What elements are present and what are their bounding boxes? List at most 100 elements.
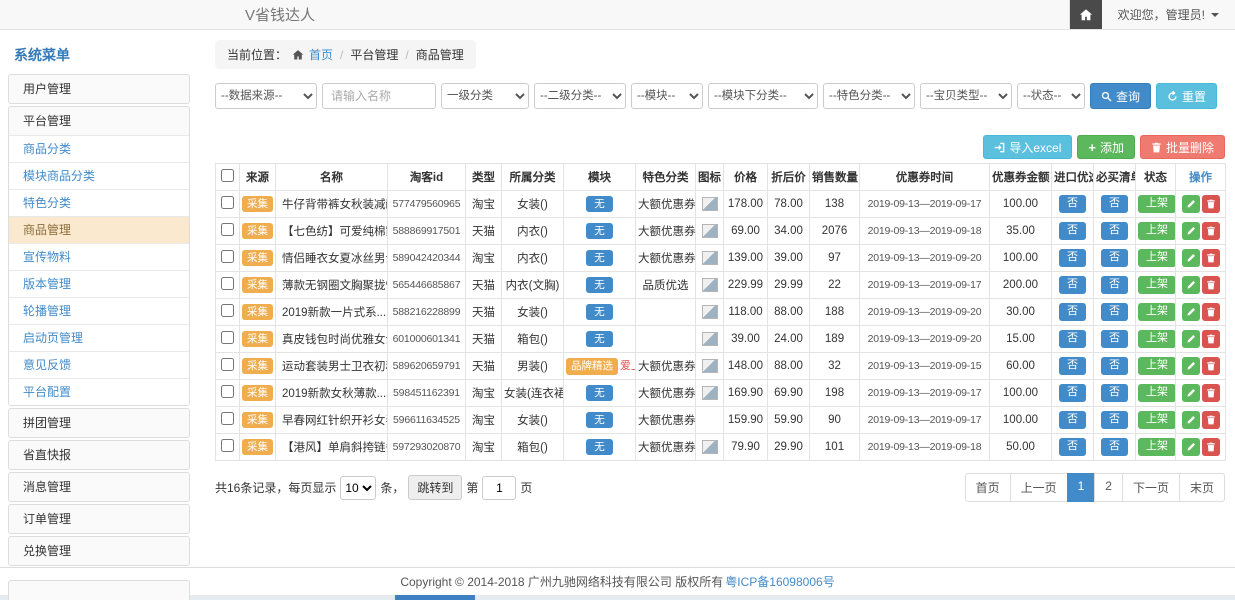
edit-button[interactable]: [1182, 303, 1200, 321]
sidebar-subitem[interactable]: 意见反馈: [9, 351, 189, 378]
select-all-checkbox[interactable]: [221, 169, 234, 182]
delete-button[interactable]: [1202, 195, 1220, 213]
row-checkbox[interactable]: [221, 304, 234, 317]
sidebar-item[interactable]: 省直快报: [9, 441, 189, 469]
bottom-scrollbar-thumb[interactable]: [395, 595, 475, 600]
imported-toggle[interactable]: 否: [1059, 276, 1086, 293]
sidebar-item[interactable]: 用户管理: [9, 75, 189, 103]
sidebar-subitem[interactable]: 启动页管理: [9, 324, 189, 351]
imported-toggle[interactable]: 否: [1059, 330, 1086, 347]
status-button[interactable]: 上架: [1138, 276, 1176, 293]
must-buy-toggle[interactable]: 否: [1101, 195, 1128, 212]
status-button[interactable]: 上架: [1138, 411, 1176, 428]
filter-item-type[interactable]: --宝贝类型--: [920, 83, 1012, 109]
filter-source[interactable]: --数据来源--: [215, 83, 317, 109]
filter-module-sub[interactable]: --模块下分类--: [708, 83, 818, 109]
must-buy-toggle[interactable]: 否: [1101, 411, 1128, 428]
must-buy-toggle[interactable]: 否: [1101, 357, 1128, 374]
imported-toggle[interactable]: 否: [1059, 222, 1086, 239]
sidebar-subitem[interactable]: 轮播管理: [9, 297, 189, 324]
row-checkbox[interactable]: [221, 358, 234, 371]
search-button[interactable]: 查询: [1090, 83, 1151, 109]
must-buy-toggle[interactable]: 否: [1101, 276, 1128, 293]
must-buy-toggle[interactable]: 否: [1101, 249, 1128, 266]
delete-button[interactable]: [1202, 411, 1220, 429]
reset-button[interactable]: 重置: [1156, 83, 1217, 109]
sidebar-item[interactable]: 平台管理: [9, 107, 189, 135]
imported-toggle[interactable]: 否: [1059, 411, 1086, 428]
sidebar-subitem[interactable]: 商品管理: [9, 216, 189, 243]
row-checkbox[interactable]: [221, 223, 234, 236]
filter-cat2[interactable]: --二级分类--: [534, 83, 626, 109]
imported-toggle[interactable]: 否: [1059, 195, 1086, 212]
filter-feature[interactable]: --特色分类--: [823, 83, 915, 109]
jump-button[interactable]: 跳转到: [408, 475, 462, 500]
sidebar-item[interactable]: 兑换管理: [9, 537, 189, 565]
must-buy-toggle[interactable]: 否: [1101, 303, 1128, 320]
delete-button[interactable]: [1202, 357, 1220, 375]
sidebar-item[interactable]: 订单管理: [9, 505, 189, 533]
status-button[interactable]: 上架: [1138, 249, 1176, 266]
sidebar-subitem[interactable]: 版本管理: [9, 270, 189, 297]
page-button[interactable]: 上一页: [1010, 473, 1068, 502]
row-checkbox[interactable]: [221, 412, 234, 425]
delete-button[interactable]: [1202, 330, 1220, 348]
edit-button[interactable]: [1182, 249, 1200, 267]
edit-button[interactable]: [1182, 384, 1200, 402]
user-menu[interactable]: 欢迎您，管理员!: [1102, 0, 1235, 29]
status-button[interactable]: 上架: [1138, 357, 1176, 374]
status-button[interactable]: 上架: [1138, 330, 1176, 347]
edit-button[interactable]: [1182, 357, 1200, 375]
per-page-select[interactable]: 10: [340, 476, 376, 500]
page-button[interactable]: 末页: [1179, 473, 1225, 502]
must-buy-toggle[interactable]: 否: [1101, 384, 1128, 401]
sidebar-subitem[interactable]: 特色分类: [9, 189, 189, 216]
sidebar-item[interactable]: 拼团管理: [9, 409, 189, 437]
edit-button[interactable]: [1182, 330, 1200, 348]
icp-link[interactable]: 粤ICP备16098006号: [725, 573, 834, 590]
imported-toggle[interactable]: 否: [1059, 438, 1086, 455]
row-checkbox[interactable]: [221, 277, 234, 290]
name-search-input[interactable]: [322, 83, 436, 109]
status-button[interactable]: 上架: [1138, 384, 1176, 401]
page-button[interactable]: 2: [1094, 473, 1123, 502]
edit-button[interactable]: [1182, 438, 1200, 456]
import-excel-button[interactable]: 导入excel: [983, 135, 1072, 159]
edit-button[interactable]: [1182, 411, 1200, 429]
delete-button[interactable]: [1202, 438, 1220, 456]
sidebar-subitem[interactable]: 平台配置: [9, 378, 189, 405]
sidebar-subitem[interactable]: 模块商品分类: [9, 162, 189, 189]
row-checkbox[interactable]: [221, 250, 234, 263]
row-checkbox[interactable]: [221, 331, 234, 344]
status-button[interactable]: 上架: [1138, 222, 1176, 239]
edit-button[interactable]: [1182, 222, 1200, 240]
delete-button[interactable]: [1202, 249, 1220, 267]
filter-module[interactable]: --模块--: [631, 83, 703, 109]
imported-toggle[interactable]: 否: [1059, 384, 1086, 401]
must-buy-toggle[interactable]: 否: [1101, 222, 1128, 239]
home-button[interactable]: [1070, 0, 1102, 29]
batch-delete-button[interactable]: 批量删除: [1140, 135, 1225, 159]
row-checkbox[interactable]: [221, 196, 234, 209]
status-button[interactable]: 上架: [1138, 303, 1176, 320]
jump-page-input[interactable]: [482, 476, 516, 500]
must-buy-toggle[interactable]: 否: [1101, 438, 1128, 455]
must-buy-toggle[interactable]: 否: [1101, 330, 1128, 347]
delete-button[interactable]: [1202, 303, 1220, 321]
imported-toggle[interactable]: 否: [1059, 249, 1086, 266]
row-checkbox[interactable]: [221, 439, 234, 452]
sidebar-subitem[interactable]: 商品分类: [9, 135, 189, 162]
status-button[interactable]: 上架: [1138, 438, 1176, 455]
add-button[interactable]: + 添加: [1077, 135, 1135, 159]
sidebar-item[interactable]: 消息管理: [9, 473, 189, 501]
delete-button[interactable]: [1202, 276, 1220, 294]
delete-button[interactable]: [1202, 222, 1220, 240]
edit-button[interactable]: [1182, 276, 1200, 294]
page-button[interactable]: 1: [1067, 473, 1096, 502]
status-button[interactable]: 上架: [1138, 195, 1176, 212]
page-button[interactable]: 首页: [965, 473, 1011, 502]
sidebar-subitem[interactable]: 宣传物料: [9, 243, 189, 270]
row-checkbox[interactable]: [221, 385, 234, 398]
filter-cat1[interactable]: 一级分类: [441, 83, 529, 109]
imported-toggle[interactable]: 否: [1059, 303, 1086, 320]
